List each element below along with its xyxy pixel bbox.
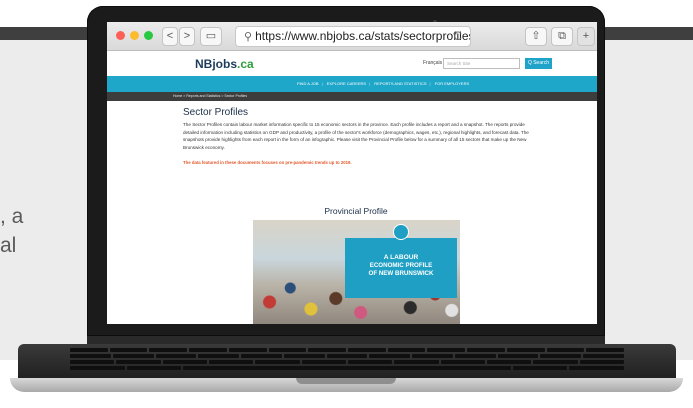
nav-for-employers[interactable]: FOR EMPLOYERS [435,81,469,86]
site-logo[interactable]: NBjobs.ca [195,57,254,71]
plus-icon: + [582,30,590,42]
nav-separator: | [321,81,323,86]
nav-separator: | [369,81,371,86]
keyboard [70,348,625,376]
background-text-line-2: al [0,234,17,257]
sidebar-button[interactable]: ▭ [200,27,222,46]
chevron-left-icon: < [166,30,174,42]
background-text-line-1: , a [0,205,24,228]
address-bar[interactable]: ⚲ https://www.nbjobs.ca/stats/sectorprofi… [235,26,471,47]
laptop-notch [296,378,396,384]
new-tab-button[interactable]: + [577,27,595,46]
logo-suffix-text: .ca [237,57,254,71]
zoom-window-button[interactable] [144,31,153,40]
nav-explore-careers[interactable]: EXPLORE CAREERS [327,81,366,86]
provincial-profile-image[interactable]: A LABOUR ECONOMIC PROFILE OF NEW BRUNSWI… [253,220,460,324]
browser-toolbar: < > ▭ ⚲ https://www.nbjobs.ca/stats/secto… [107,22,597,51]
banner-line-2: ECONOMIC PROFILE [369,262,433,269]
breadcrumb[interactable]: Home > Reports and Statistics > Sector P… [173,94,247,98]
share-button[interactable]: ⇧ [525,27,547,46]
forward-button[interactable]: > [179,27,195,46]
share-icon: ⇧ [531,30,541,42]
page-title: Sector Profiles [183,107,249,118]
site-search-button[interactable]: Q Search [525,58,552,69]
language-link[interactable]: Français [423,60,442,66]
web-page: NBjobs.ca Français Search Site Q Search … [107,51,597,324]
address-text: https://www.nbjobs.ca/stats/sectorprofil… [255,29,471,43]
laptop-screen: < > ▭ ⚲ https://www.nbjobs.ca/stats/secto… [107,22,597,324]
site-header: NBjobs.ca Français Search Site Q Search [107,51,597,76]
intro-paragraph: The Sector Profiles contain labour marke… [183,122,529,150]
emblem-icon [393,224,409,240]
main-content: Sector Profiles The Sector Profiles cont… [183,107,529,324]
nav-find-a-job[interactable]: FIND A JOB [297,81,319,86]
tabs-icon: ⧉ [558,30,566,42]
reload-icon[interactable]: C [453,27,462,46]
laptop-chin [87,336,605,344]
breadcrumb-bar: Home > Reports and Statistics > Sector P… [107,92,597,101]
sidebar-icon: ▭ [205,30,217,42]
show-tabs-button[interactable]: ⧉ [551,27,573,46]
profile-banner: A LABOUR ECONOMIC PROFILE OF NEW BRUNSWI… [345,224,457,298]
pandemic-alert: The data featured in these documents foc… [183,160,352,166]
provincial-profile-heading: Provincial Profile [324,206,388,216]
minimize-window-button[interactable] [130,31,139,40]
banner-line-1: A LABOUR [383,254,419,261]
nav-separator: | [429,81,431,86]
nav-reports-and-statistics[interactable]: REPORTS AND STATISTICS [374,81,426,86]
chevron-right-icon: > [183,30,191,42]
close-window-button[interactable] [116,31,125,40]
back-button[interactable]: < [162,27,178,46]
logo-main-text: NBjobs [195,57,237,71]
site-search-input[interactable]: Search Site [443,58,520,69]
main-nav: FIND A JOB | EXPLORE CAREERS | REPORTS AND… [107,76,597,92]
search-icon: ⚲ [244,31,253,43]
banner-line-3: OF NEW BRUNSWICK [368,270,434,277]
